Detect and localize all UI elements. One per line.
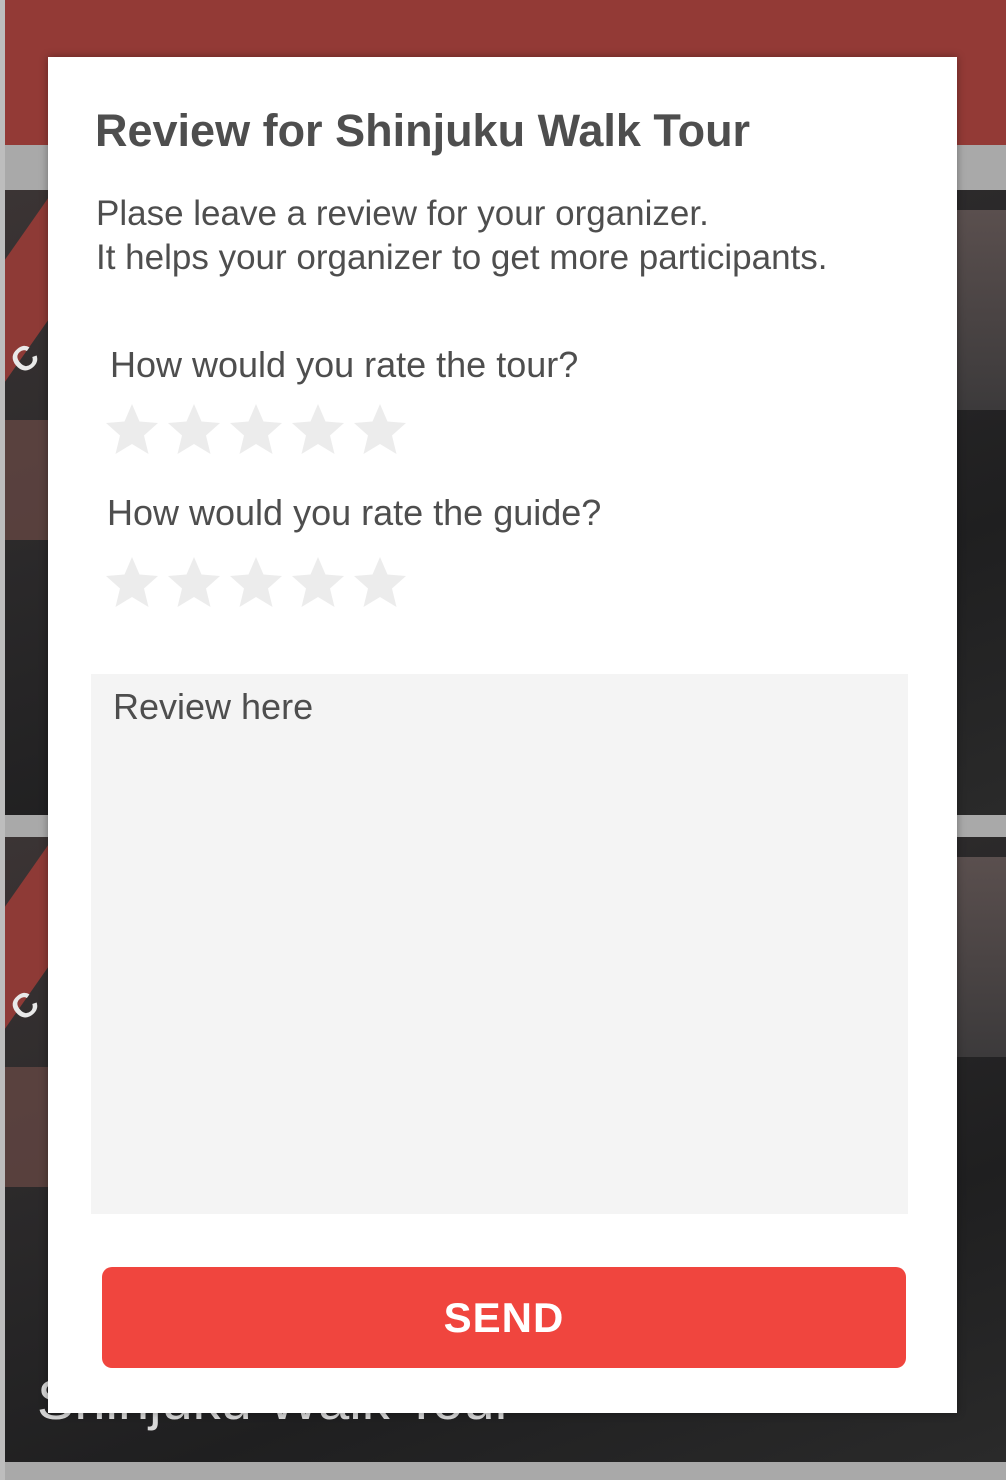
star-icon[interactable] xyxy=(104,402,166,462)
page-divider xyxy=(5,1462,1006,1480)
tour-rating-stars xyxy=(104,402,414,462)
tour-rating-question: How would you rate the tour? xyxy=(110,344,579,385)
star-icon[interactable] xyxy=(290,402,352,462)
guide-rating-stars xyxy=(104,555,414,615)
intro-line: Plase leave a review for your organizer. xyxy=(96,194,709,233)
star-icon[interactable] xyxy=(104,555,166,615)
star-icon[interactable] xyxy=(228,555,290,615)
intro-line: It helps your organizer to get more part… xyxy=(96,238,828,277)
modal-title: Review for Shinjuku Walk Tour xyxy=(95,105,751,156)
guide-rating-question: How would you rate the guide? xyxy=(107,492,602,533)
star-icon[interactable] xyxy=(166,402,228,462)
review-intro: Plase leave a review for your organizer.… xyxy=(96,192,827,280)
send-button[interactable]: SEND xyxy=(102,1267,906,1368)
star-icon[interactable] xyxy=(290,555,352,615)
star-icon[interactable] xyxy=(352,402,414,462)
review-textarea[interactable] xyxy=(91,674,908,1214)
star-icon[interactable] xyxy=(166,555,228,615)
review-modal: Review for Shinjuku Walk Tour Plase leav… xyxy=(48,57,957,1413)
star-icon[interactable] xyxy=(352,555,414,615)
star-icon[interactable] xyxy=(228,402,290,462)
